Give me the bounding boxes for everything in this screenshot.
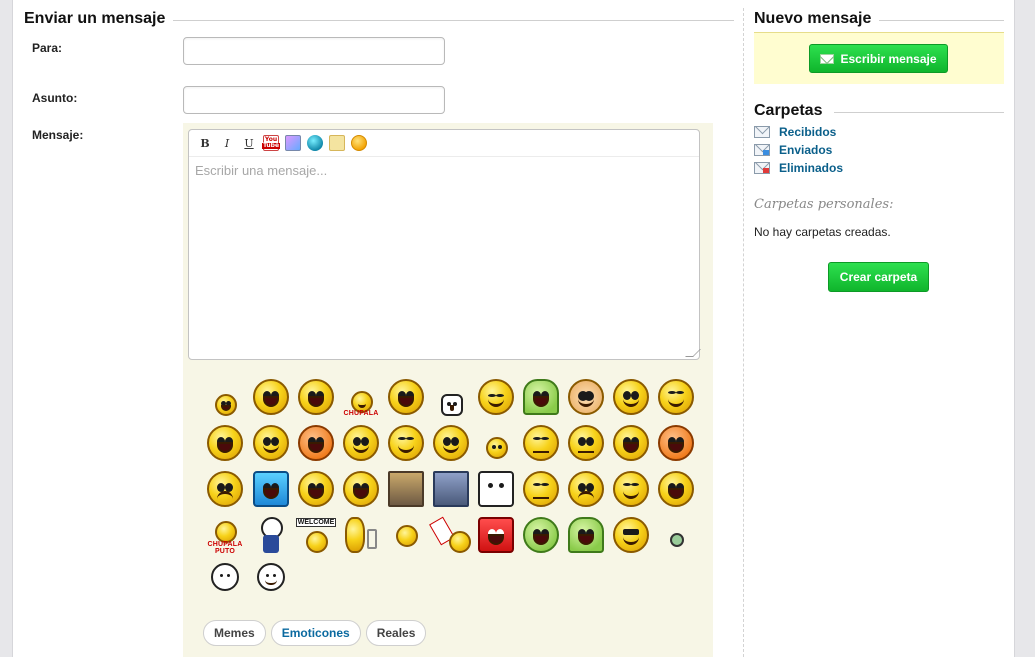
emoji-item[interactable] (566, 469, 606, 509)
emoji-item[interactable] (296, 469, 336, 509)
emoji-item[interactable] (341, 515, 381, 555)
emoji-item[interactable] (521, 377, 561, 417)
emoji-item[interactable] (386, 515, 426, 555)
emoji-item[interactable] (566, 377, 606, 417)
to-input[interactable] (183, 37, 445, 65)
emoji-item-photo[interactable] (431, 469, 471, 509)
message-editor[interactable]: B I U You Tube Escribir una mensaje... (188, 129, 701, 360)
emoji-item-welcome[interactable]: WELCOME (296, 515, 336, 555)
emoji-item[interactable] (205, 561, 245, 601)
quote-icon[interactable] (329, 135, 345, 151)
bold-icon[interactable]: B (197, 135, 213, 151)
send-message-title: Enviar un mensaje (24, 10, 174, 28)
column-divider (743, 8, 744, 657)
write-message-button[interactable]: Escribir mensaje (809, 44, 948, 73)
folders-rule (834, 112, 1004, 113)
emoji-item-chupala[interactable]: CHUPALA (341, 377, 381, 417)
emoji-item[interactable] (656, 377, 696, 417)
message-textarea-placeholder[interactable]: Escribir una mensaje... (195, 163, 327, 178)
write-message-label: Escribir mensaje (840, 51, 937, 66)
link-globe-icon[interactable] (307, 135, 323, 151)
emoji-item[interactable] (296, 423, 336, 463)
emoji-item[interactable] (521, 423, 561, 463)
emoji-item[interactable] (476, 423, 516, 463)
personal-folders-title: Carpetas personales: (754, 197, 894, 212)
emoji-item[interactable] (521, 469, 561, 509)
sent-envelope-icon (754, 144, 770, 156)
send-title-rule (172, 20, 734, 21)
resize-handle-icon[interactable] (685, 349, 701, 357)
emoji-item[interactable] (429, 515, 471, 555)
italic-icon[interactable]: I (219, 135, 235, 151)
emoji-item[interactable] (205, 380, 245, 420)
emoji-item[interactable] (251, 469, 291, 509)
envelope-icon (820, 53, 835, 64)
emoji-item[interactable] (611, 515, 651, 555)
emoji-item[interactable] (251, 515, 291, 555)
emoji-item[interactable] (521, 515, 561, 555)
underline-icon[interactable]: U (241, 135, 257, 151)
folder-recibidos[interactable]: Recibidos (754, 125, 836, 139)
emoji-item[interactable] (205, 469, 245, 509)
emoji-item[interactable] (296, 377, 336, 417)
emoji-item[interactable] (656, 515, 696, 555)
image-icon[interactable] (285, 135, 301, 151)
emoji-item[interactable] (386, 423, 426, 463)
emoji-item[interactable] (205, 423, 245, 463)
page-frame-left (0, 0, 13, 657)
to-label: Para: (32, 41, 63, 55)
emoji-item[interactable] (251, 377, 291, 417)
emoji-item[interactable] (611, 377, 651, 417)
emoji-item[interactable] (611, 469, 651, 509)
youtube-icon[interactable]: You Tube (261, 135, 281, 151)
emoji-item[interactable] (431, 423, 471, 463)
emoji-item[interactable] (341, 423, 381, 463)
emoji-tabs: Memes Emoticones Reales (203, 620, 427, 646)
emoji-item[interactable] (566, 515, 606, 555)
tab-emoticones[interactable]: Emoticones (270, 620, 361, 646)
emoji-item[interactable] (251, 561, 291, 601)
no-folders-text: No hay carpetas creadas. (754, 225, 891, 239)
deleted-envelope-icon (754, 162, 770, 174)
emoji-item[interactable] (476, 377, 516, 417)
subject-input[interactable] (183, 86, 445, 114)
emoji-item-photo[interactable] (386, 469, 426, 509)
emoji-item[interactable] (656, 469, 696, 509)
create-folder-button[interactable]: Crear carpeta (828, 262, 929, 292)
emoji-item[interactable] (656, 423, 696, 463)
emoji-item[interactable] (251, 423, 291, 463)
editor-toolbar: B I U You Tube (189, 130, 699, 157)
emoji-item[interactable] (566, 423, 606, 463)
emoji-item[interactable] (341, 469, 381, 509)
page-frame-right (1014, 0, 1035, 657)
emoji-item[interactable] (611, 423, 651, 463)
tab-reales[interactable]: Reales (365, 620, 427, 646)
folder-enviados[interactable]: Enviados (754, 143, 832, 157)
message-label: Mensaje: (32, 128, 84, 142)
subject-label: Asunto: (32, 91, 78, 105)
emoji-item[interactable] (431, 380, 471, 420)
new-message-title: Nuevo mensaje (754, 10, 880, 28)
emoji-item-chupala-puto[interactable]: CHUPALA PUTO (205, 515, 245, 555)
inbox-envelope-icon (754, 126, 770, 138)
emoji-item[interactable] (476, 515, 516, 555)
folders-title: Carpetas (754, 102, 831, 120)
emoji-item[interactable] (386, 377, 426, 417)
smiley-icon[interactable] (351, 135, 367, 151)
tab-memes[interactable]: Memes (203, 620, 266, 646)
emoji-item[interactable] (476, 469, 516, 509)
folder-eliminados[interactable]: Eliminados (754, 161, 843, 175)
new-message-rule (878, 20, 1004, 21)
